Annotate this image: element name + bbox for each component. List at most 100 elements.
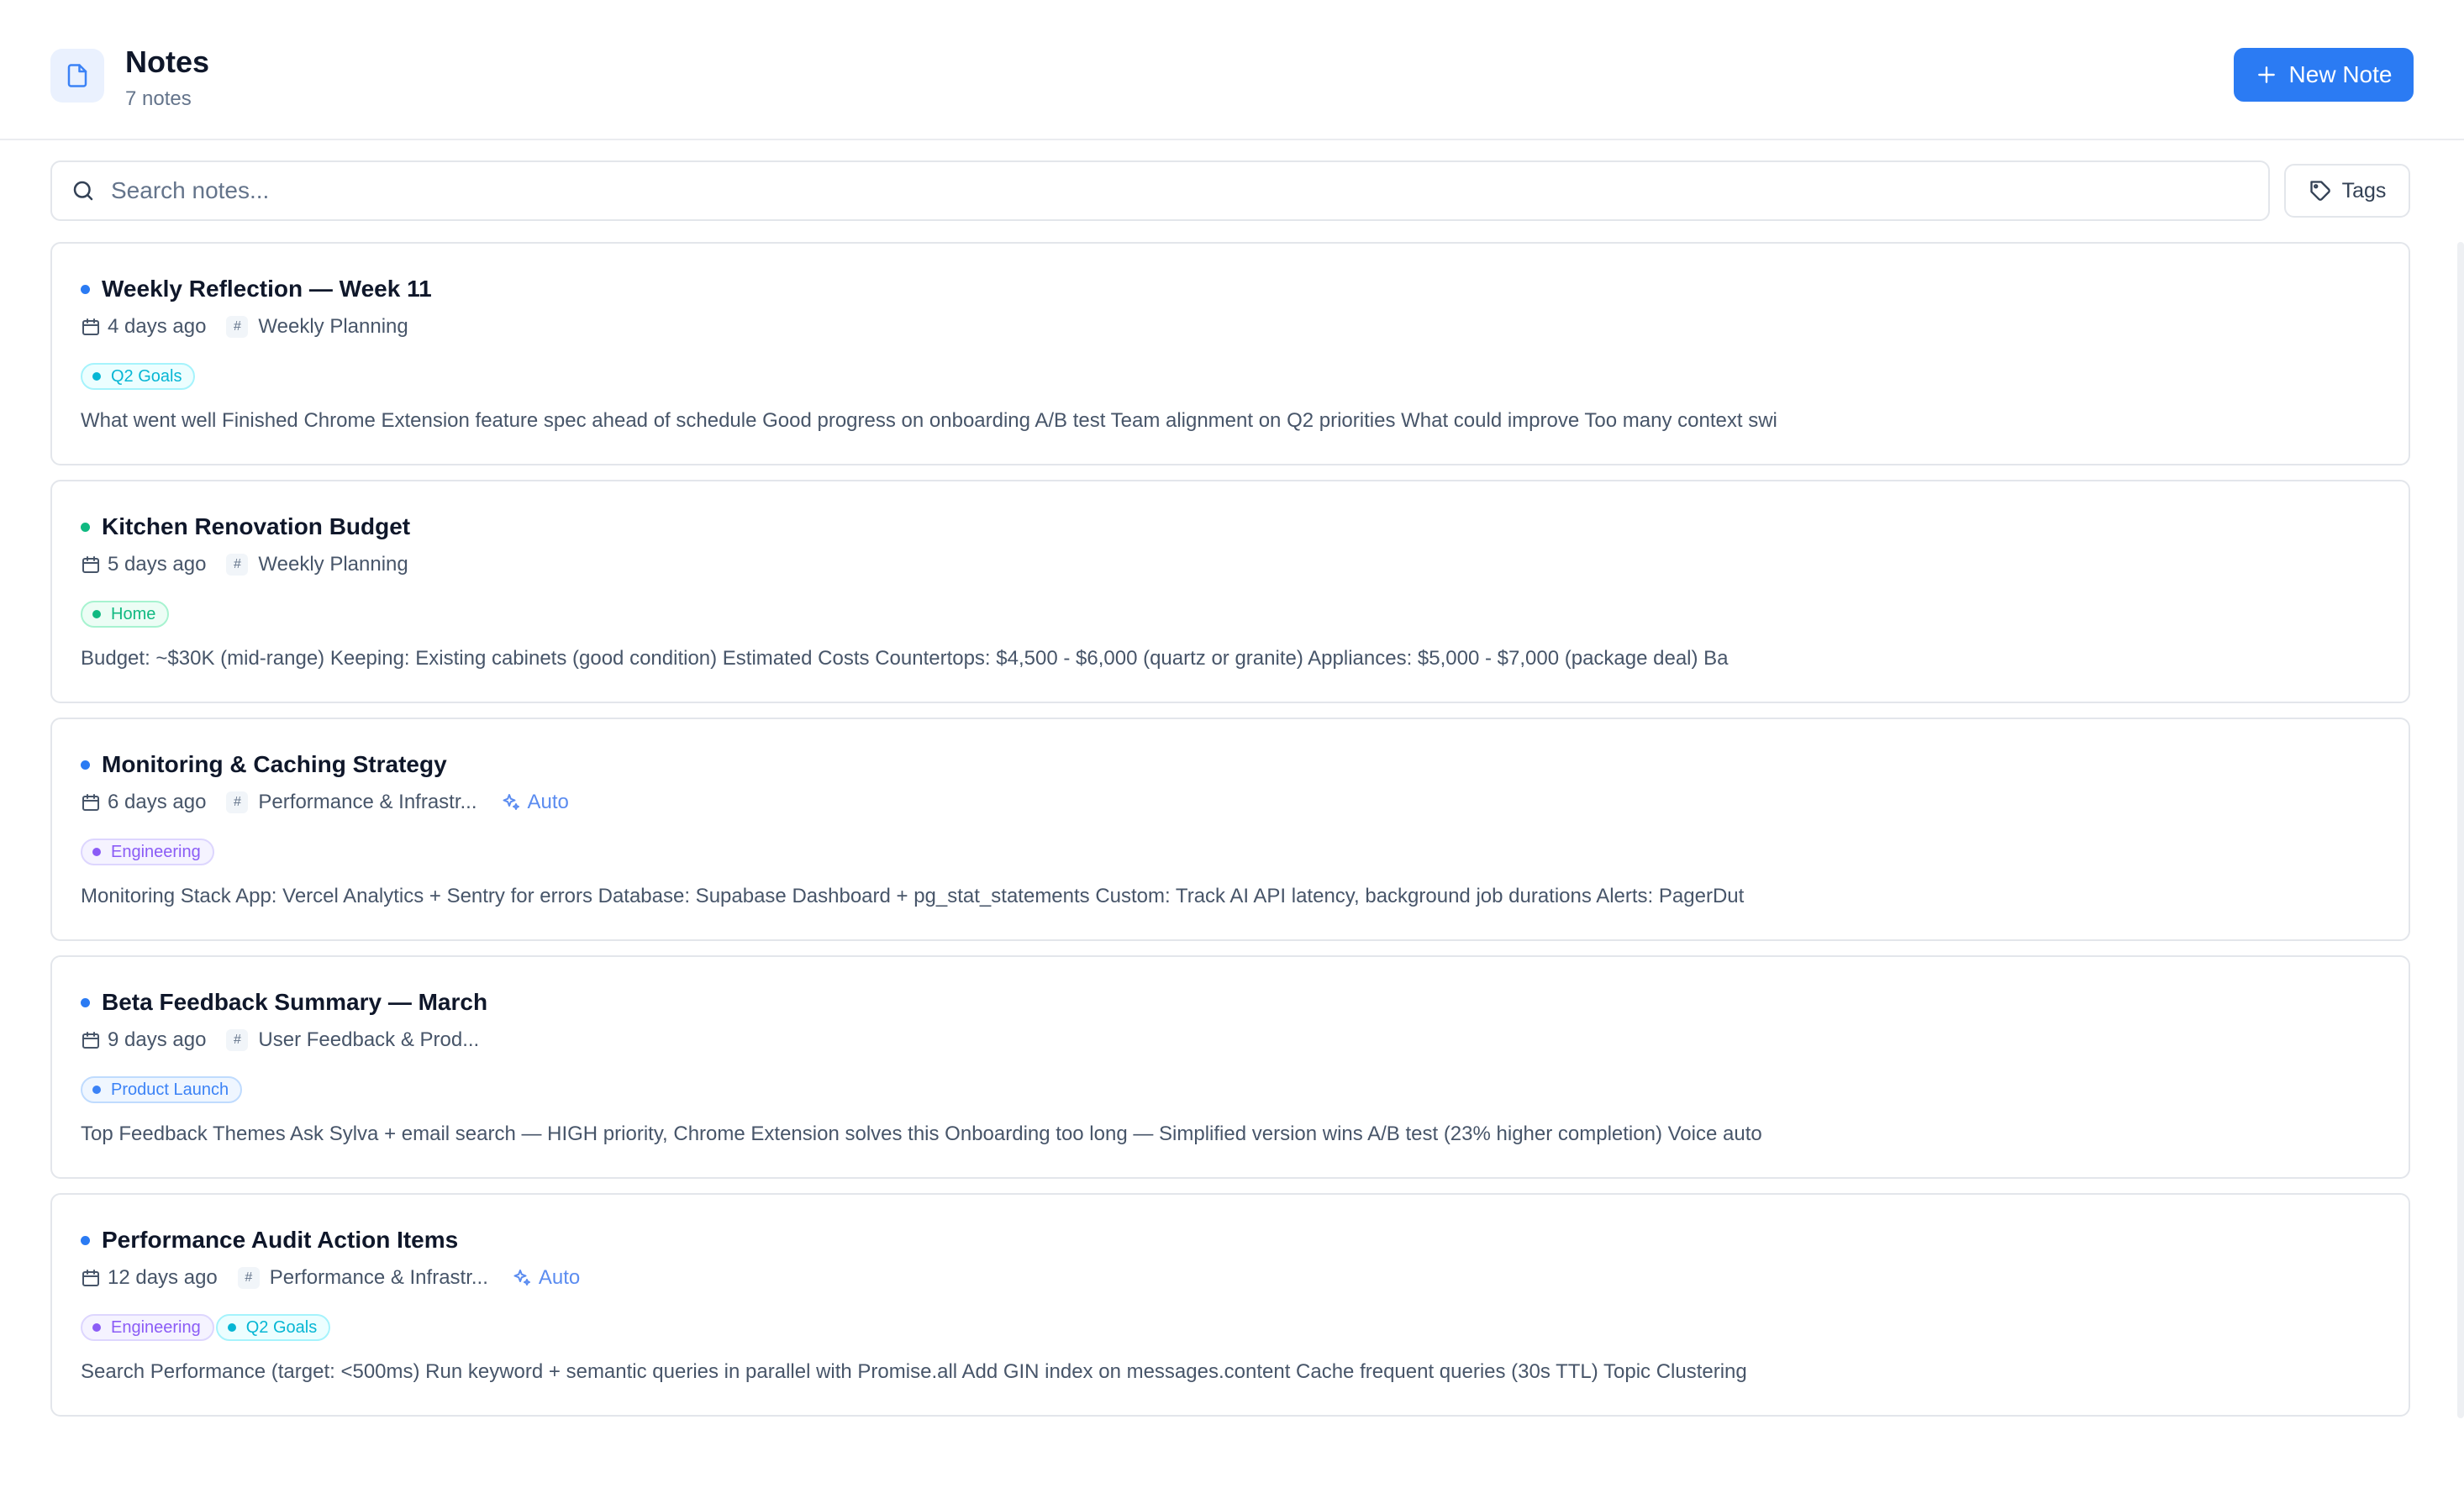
note-meta: 4 days ago # Weekly Planning — [81, 313, 408, 340]
note-card[interactable]: Monitoring & Caching Strategy 6 days ago… — [50, 718, 2410, 941]
note-card[interactable]: Weekly Reflection — Week 11 4 days ago #… — [50, 242, 2410, 465]
hash-icon: # — [226, 316, 249, 338]
note-card[interactable]: Kitchen Renovation Budget 5 days ago # W… — [50, 480, 2410, 703]
note-title-row: Weekly Reflection — Week 11 — [81, 274, 432, 304]
note-status-dot — [81, 997, 90, 1007]
note-date-text: 5 days ago — [108, 553, 207, 576]
auto-label: Auto — [527, 791, 569, 813]
note-date: 4 days ago — [81, 313, 206, 340]
note-tags: Home — [81, 601, 170, 628]
hash-icon: # — [237, 1267, 260, 1289]
search-box[interactable] — [50, 160, 2270, 221]
note-topic[interactable]: # Performance & Infrastr... — [226, 789, 477, 816]
document-icon — [50, 49, 104, 103]
note-date-text: 9 days ago — [108, 1028, 207, 1051]
tag-icon — [2309, 181, 2330, 201]
note-status-dot — [81, 1235, 90, 1245]
plus-icon — [2257, 66, 2275, 83]
note-title-row: Monitoring & Caching Strategy — [81, 749, 447, 780]
tag-chip[interactable]: Q2 Goals — [81, 363, 196, 390]
note-tags: Q2 Goals — [81, 363, 196, 390]
new-note-label: New Note — [2288, 61, 2393, 87]
note-status-dot — [81, 522, 90, 532]
note-preview: Top Feedback Themes Ask Sylva + email se… — [81, 1123, 1762, 1145]
tags-label: Tags — [2341, 178, 2387, 202]
note-date-text: 6 days ago — [108, 791, 207, 813]
tag-label: Q2 Goals — [245, 1317, 318, 1337]
note-meta: 6 days ago # Performance & Infrastr... A… — [81, 789, 569, 816]
note-title-row: Performance Audit Action Items — [81, 1225, 458, 1255]
calendar-icon — [82, 1032, 99, 1049]
note-preview: Budget: ~$30K (mid-range) Keeping: Exist… — [81, 647, 1729, 670]
note-topic[interactable]: # Weekly Planning — [226, 313, 408, 340]
note-date-text: 4 days ago — [108, 315, 207, 338]
auto-badge: Auto — [512, 1265, 580, 1291]
tag-chip[interactable]: Engineering — [81, 1314, 214, 1341]
note-preview: Monitoring Stack App: Vercel Analytics +… — [81, 885, 1745, 907]
note-title-row: Kitchen Renovation Budget — [81, 512, 410, 542]
note-card[interactable]: Performance Audit Action Items 12 days a… — [50, 1193, 2410, 1417]
note-topic[interactable]: # User Feedback & Prod... — [226, 1027, 479, 1054]
tags-button[interactable]: Tags — [2284, 164, 2410, 218]
auto-label: Auto — [538, 1266, 581, 1289]
note-date: 9 days ago — [81, 1027, 206, 1054]
tag-label: Engineering — [111, 1317, 201, 1337]
calendar-icon — [82, 318, 99, 335]
note-date: 6 days ago — [81, 789, 206, 816]
note-topic-text: Weekly Planning — [258, 315, 408, 338]
note-topic-text: Weekly Planning — [258, 553, 408, 576]
note-title: Monitoring & Caching Strategy — [102, 751, 447, 777]
tag-label: Home — [111, 604, 156, 623]
hash-icon: # — [226, 554, 249, 576]
tag-chip[interactable]: Q2 Goals — [215, 1314, 331, 1341]
page-title: Notes — [125, 45, 210, 79]
tag-chip[interactable]: Engineering — [81, 839, 214, 865]
note-tags: Engineering Q2 Goals — [81, 1314, 331, 1341]
tag-dot — [92, 1086, 101, 1094]
calendar-icon — [82, 1270, 99, 1286]
note-title: Weekly Reflection — Week 11 — [102, 276, 432, 302]
note-status-dot — [81, 760, 90, 770]
new-note-button[interactable]: New Note — [2234, 48, 2414, 102]
search-icon — [73, 181, 93, 201]
note-status-dot — [81, 284, 90, 294]
note-topic[interactable]: # Weekly Planning — [226, 551, 408, 578]
tag-dot — [92, 610, 101, 618]
hash-icon: # — [226, 791, 249, 813]
calendar-icon — [82, 794, 99, 811]
sparkles-icon — [513, 1270, 530, 1286]
note-title: Kitchen Renovation Budget — [102, 513, 411, 539]
tag-label: Product Launch — [111, 1080, 229, 1099]
note-title-row: Beta Feedback Summary — March — [81, 987, 487, 1017]
note-topic-text: User Feedback & Prod... — [258, 1028, 480, 1051]
search-input[interactable] — [111, 177, 2128, 204]
notes-header: Notes 7 notes New Note — [0, 0, 2464, 140]
note-tags: Product Launch — [81, 1076, 243, 1103]
tag-dot — [92, 372, 101, 381]
note-date-text: 12 days ago — [108, 1266, 218, 1289]
tag-chip[interactable]: Product Launch — [81, 1076, 243, 1103]
tag-chip[interactable]: Home — [81, 601, 170, 628]
calendar-icon — [82, 556, 99, 573]
note-preview: What went well Finished Chrome Extension… — [81, 409, 1777, 432]
hash-icon: # — [226, 1029, 249, 1051]
note-topic-text: Performance & Infrastr... — [269, 1266, 488, 1289]
notes-count: 7 notes — [125, 87, 192, 110]
note-date: 12 days ago — [81, 1265, 218, 1291]
tag-dot — [227, 1323, 236, 1332]
note-title: Beta Feedback Summary — March — [102, 989, 488, 1015]
note-tags: Engineering — [81, 839, 214, 865]
note-meta: 5 days ago # Weekly Planning — [81, 551, 408, 578]
note-card[interactable]: Beta Feedback Summary — March 9 days ago… — [50, 955, 2410, 1179]
note-meta: 12 days ago # Performance & Infrastr... … — [81, 1265, 580, 1291]
auto-badge: Auto — [501, 789, 569, 816]
note-date: 5 days ago — [81, 551, 206, 578]
note-topic[interactable]: # Performance & Infrastr... — [237, 1265, 488, 1291]
sparkles-icon — [503, 794, 519, 810]
scrollbar[interactable] — [2457, 242, 2464, 1418]
note-meta: 9 days ago # User Feedback & Prod... — [81, 1027, 479, 1054]
tag-dot — [92, 848, 101, 856]
tag-dot — [92, 1323, 101, 1332]
tag-label: Q2 Goals — [111, 366, 182, 386]
notes-list: Weekly Reflection — Week 11 4 days ago #… — [50, 242, 2410, 1431]
